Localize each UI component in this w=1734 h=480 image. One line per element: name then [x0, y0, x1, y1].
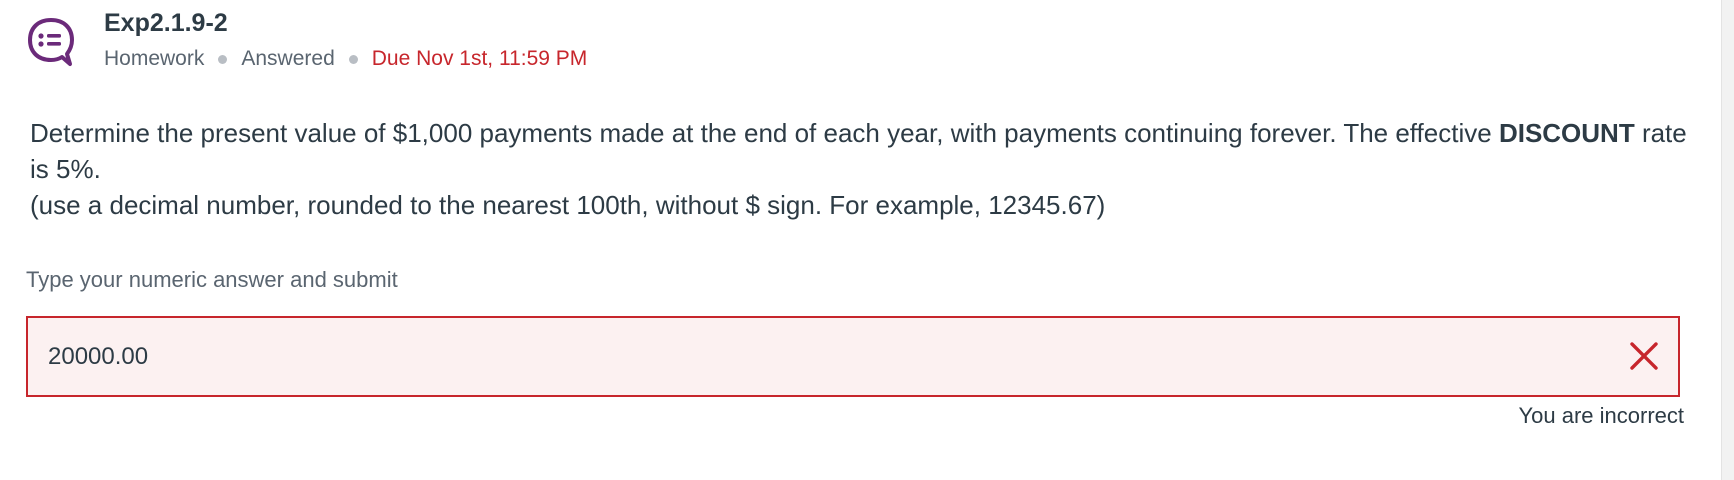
- close-x-icon: [1630, 342, 1658, 370]
- answer-instruction: Type your numeric answer and submit: [26, 267, 398, 292]
- numeric-answer-input[interactable]: [48, 336, 1548, 377]
- discussion-list-icon: [28, 18, 74, 66]
- scrollbar-track[interactable]: [1721, 0, 1734, 480]
- feedback-text: You are incorrect: [1518, 403, 1684, 428]
- question-prompt: Determine the present value of $1,000 pa…: [30, 115, 1690, 187]
- separator-dot: [348, 54, 358, 64]
- question-text-emphasis: DISCOUNT: [1498, 118, 1635, 148]
- answer-status: Answered: [241, 47, 335, 70]
- answer-field[interactable]: [26, 316, 1680, 397]
- question-body: Determine the present value of $1,000 pa…: [30, 115, 1690, 223]
- separator-dot: [218, 54, 228, 64]
- assignment-type: Homework: [104, 47, 205, 70]
- question-meta: Homework Answered Due Nov 1st, 11:59 PM: [104, 46, 587, 72]
- question-title: Exp2.1.9-2: [104, 9, 228, 37]
- question-header: Exp2.1.9-2 Homework Answered Due Nov 1st…: [26, 8, 587, 72]
- due-date: Due Nov 1st, 11:59 PM: [371, 47, 588, 70]
- question-text-part1: Determine the present value of $1,000 pa…: [30, 118, 1499, 148]
- question-note: (use a decimal number, rounded to the ne…: [30, 190, 1106, 220]
